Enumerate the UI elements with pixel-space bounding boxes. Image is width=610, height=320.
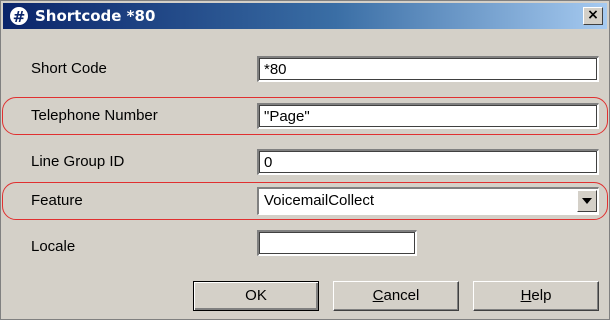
telephone-number-input[interactable] xyxy=(257,103,599,129)
short-code-input[interactable] xyxy=(257,56,599,82)
feature-label: Feature xyxy=(31,192,83,209)
close-button[interactable]: × xyxy=(583,7,603,25)
feature-select-value: VoicemailCollect xyxy=(264,192,375,209)
title-bar[interactable]: # Shortcode *80 × xyxy=(3,3,607,29)
telephone-number-label: Telephone Number xyxy=(31,107,158,124)
shortcode-dialog: # Shortcode *80 × Short Code Telephone N… xyxy=(0,0,610,320)
ok-button[interactable]: OK xyxy=(193,281,319,311)
help-button[interactable]: Help xyxy=(473,281,599,311)
feature-select[interactable]: VoicemailCollect xyxy=(257,187,599,215)
chevron-down-icon xyxy=(582,198,592,204)
window-title: Shortcode *80 xyxy=(35,7,156,25)
short-code-label: Short Code xyxy=(31,60,107,77)
line-group-id-label: Line Group ID xyxy=(31,153,125,170)
line-group-id-input[interactable] xyxy=(257,149,599,175)
hash-icon: # xyxy=(9,6,29,26)
cancel-button[interactable]: Cancel xyxy=(333,281,459,311)
locale-label: Locale xyxy=(31,238,76,255)
feature-dropdown-button[interactable] xyxy=(577,190,597,212)
locale-input[interactable] xyxy=(257,230,417,256)
close-icon: × xyxy=(587,7,599,23)
